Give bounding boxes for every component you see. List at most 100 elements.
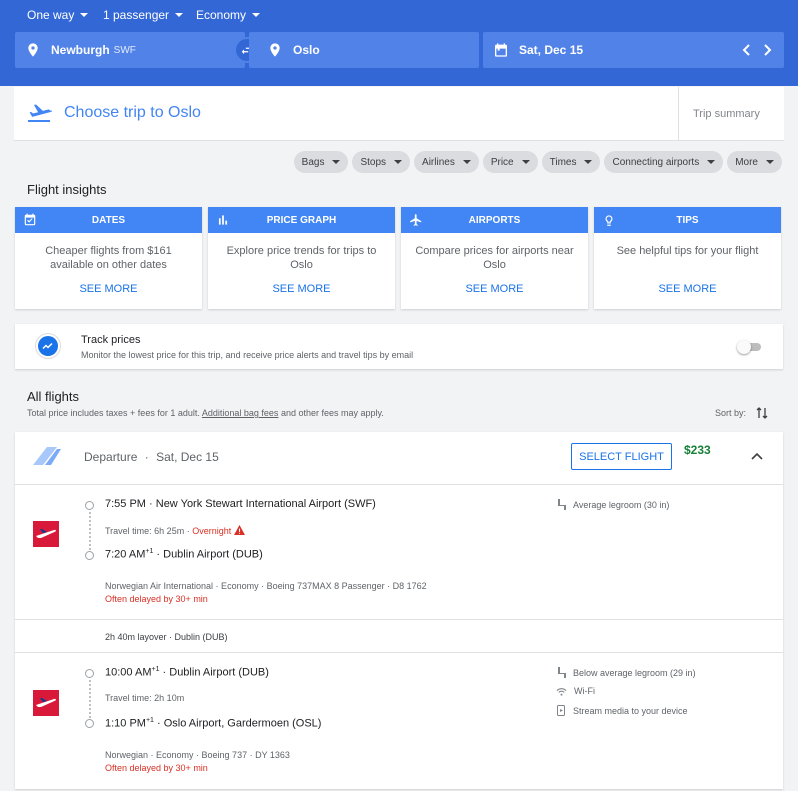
segment1-delay: Often delayed by 30+ min — [105, 594, 208, 604]
date-value: Sat, Dec 15 — [519, 43, 584, 57]
airline-logo — [33, 521, 59, 547]
filter-bags[interactable]: Bags — [293, 151, 349, 173]
chevron-down-icon — [462, 160, 471, 164]
insight-card-price-graph[interactable]: PRICE GRAPH Explore price trends for tri… — [208, 207, 395, 309]
arr-time: 1:10 PM — [105, 717, 146, 730]
warning-icon — [233, 525, 245, 535]
filter-bar: Bags Stops Airlines Price Times Connecti… — [293, 151, 782, 173]
seat-icon — [558, 499, 566, 510]
track-prices-panel: Track prices Monitor the lowest price fo… — [15, 324, 783, 369]
day-offset: +1 — [145, 717, 154, 724]
filter-label: More — [735, 156, 758, 168]
price-note: Total price includes taxes + fees for 1 … — [27, 408, 384, 418]
device-icon — [557, 705, 565, 716]
flight-card: Departure · Sat, Dec 15 SELECT FLIGHT $2… — [15, 432, 783, 789]
note-text: and other fees may apply. — [280, 408, 384, 418]
timeline-dot — [85, 501, 94, 510]
segment2-details: Norwegian · Economy · Boeing 737 · DY 13… — [105, 750, 290, 760]
trip-header: Choose trip to Oslo Trip summary — [14, 87, 784, 141]
all-flights-title: All flights — [27, 389, 80, 404]
airplane-icon — [410, 214, 422, 226]
see-more-link[interactable]: SEE MORE — [15, 283, 202, 295]
timeline-dot — [85, 551, 94, 560]
chevron-down-icon — [584, 160, 593, 164]
norwegian-plane-icon — [36, 529, 56, 538]
passengers-select[interactable]: 1 passenger — [103, 8, 184, 22]
chevron-left-icon[interactable] — [742, 44, 752, 56]
see-more-link[interactable]: SEE MORE — [208, 283, 395, 295]
card-title: AIRPORTS — [468, 214, 521, 226]
card-header: AIRPORTS — [401, 207, 588, 233]
see-more-link[interactable]: SEE MORE — [594, 283, 781, 295]
bag-fees-link[interactable]: Additional bag fees — [202, 408, 279, 418]
sort-control[interactable]: Sort by: — [715, 406, 768, 420]
card-body: See helpful tips for your flight — [616, 245, 759, 257]
segment2-departure: 10:00 AM+1 · Dublin Airport (DUB) — [105, 666, 269, 679]
search-bar: One way 1 passenger Economy Newburgh SWF … — [0, 0, 798, 86]
arr-airport: Dublin Airport (DUB) — [163, 548, 263, 561]
layover-row: 2h 40m layover · Dublin (DUB) — [15, 619, 783, 653]
destination-field[interactable]: Oslo — [249, 32, 479, 68]
dep-time: 7:55 PM — [105, 498, 146, 510]
dep-airport: New York Stewart International Airport (… — [155, 498, 376, 510]
insight-card-dates[interactable]: DATES Cheaper flights from $161 availabl… — [15, 207, 202, 309]
card-body: Explore price trends for trips to Oslo — [226, 245, 377, 271]
filter-times[interactable]: Times — [541, 151, 601, 173]
amenity-label: Average legroom (30 in) — [573, 499, 670, 510]
segment1-arrival: 7:20 AM+1 · Dublin Airport (DUB) — [105, 548, 263, 561]
lightbulb-icon — [605, 215, 613, 226]
card-header: TIPS — [594, 207, 781, 233]
filter-airlines[interactable]: Airlines — [414, 151, 479, 173]
cabin-label: Economy — [196, 8, 247, 22]
filter-connecting-airports[interactable]: Connecting airports — [604, 151, 724, 173]
card-title: DATES — [91, 214, 126, 226]
page-title: Choose trip to Oslo — [64, 104, 201, 121]
amenity-legroom: Average legroom (30 in) — [556, 499, 669, 510]
date-field[interactable]: Sat, Dec 15 — [483, 32, 784, 68]
origin-value: Newburgh — [51, 43, 110, 57]
see-more-link[interactable]: SEE MORE — [401, 283, 588, 295]
select-flight-button[interactable]: SELECT FLIGHT — [571, 443, 672, 470]
trip-summary-link[interactable]: Trip summary — [678, 87, 784, 141]
segment2-travel-time: Travel time: 2h 10m — [105, 693, 185, 703]
amenity-stream: Stream media to your device — [556, 705, 688, 716]
insight-card-airports[interactable]: AIRPORTS Compare prices for airports nea… — [401, 207, 588, 309]
insight-card-tips[interactable]: TIPS See helpful tips for your flight SE… — [594, 207, 781, 309]
flight-price: $233 — [684, 443, 711, 457]
filter-label: Airlines — [422, 156, 455, 168]
segment1-details: Norwegian Air International · Economy · … — [105, 581, 427, 591]
timeline-dot — [85, 669, 94, 678]
segment1-departure: 7:55 PM · New York Stewart International… — [105, 498, 376, 510]
filter-price[interactable]: Price — [482, 151, 538, 173]
destination-value: Oslo — [293, 43, 320, 57]
norwegian-plane-icon — [36, 698, 56, 707]
amenity-label: Wi-Fi — [574, 686, 595, 696]
sort-icon — [756, 407, 768, 419]
location-pin-icon — [270, 43, 280, 57]
trend-icon — [42, 342, 53, 350]
chevron-down-icon — [252, 13, 261, 17]
timeline-line — [89, 680, 91, 718]
filter-more[interactable]: More — [727, 151, 782, 173]
passengers-label: 1 passenger — [103, 8, 170, 22]
trip-type-select[interactable]: One way — [27, 8, 89, 22]
overnight-label: Overnight — [192, 526, 232, 536]
chevron-right-icon[interactable] — [762, 44, 772, 56]
track-subtitle: Monitor the lowest price for this trip, … — [81, 350, 414, 360]
layover-label: 2h 40m layover · Dublin (DUB) — [105, 632, 228, 642]
chevron-up-icon[interactable] — [751, 452, 763, 460]
origin-field[interactable]: Newburgh SWF — [15, 32, 245, 68]
amenity-legroom: Below average legroom (29 in) — [556, 667, 696, 678]
airline-logo — [33, 690, 59, 716]
bar-chart-icon — [218, 215, 228, 225]
segment2-arrival: 1:10 PM+1 · Oslo Airport, Gardermoen (OS… — [105, 717, 322, 730]
filter-label: Connecting airports — [612, 156, 700, 168]
flight-header[interactable]: Departure · Sat, Dec 15 SELECT FLIGHT $2… — [15, 432, 783, 485]
filter-stops[interactable]: Stops — [352, 151, 411, 173]
wifi-icon — [556, 687, 567, 696]
chevron-down-icon — [175, 13, 184, 17]
segment1-travel-time: Travel time: 6h 25m · Overnight — [105, 525, 245, 536]
track-prices-toggle[interactable] — [737, 340, 763, 354]
cabin-select[interactable]: Economy — [196, 8, 261, 22]
chevron-down-icon — [766, 160, 774, 164]
